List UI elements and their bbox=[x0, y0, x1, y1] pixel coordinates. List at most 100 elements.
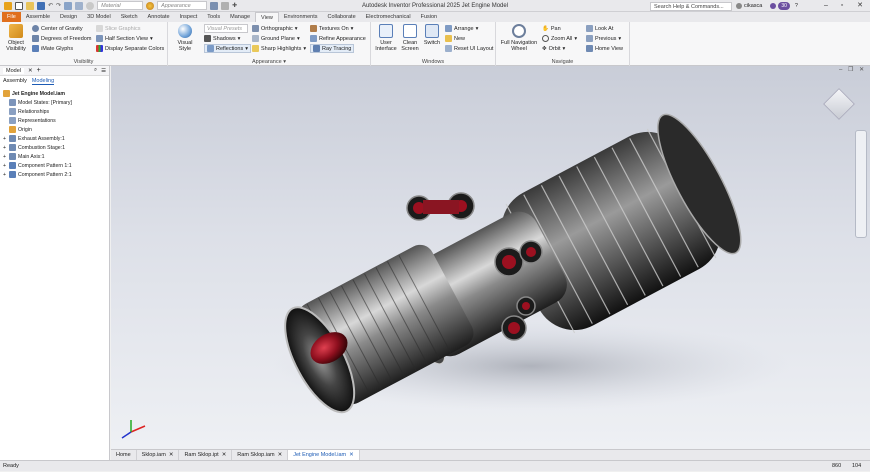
expand-icon[interactable]: + bbox=[3, 154, 7, 160]
tab-view[interactable]: View bbox=[255, 12, 279, 22]
tab-model[interactable]: Model bbox=[3, 67, 24, 74]
orthographic-button[interactable]: Orthographic ▾ bbox=[252, 24, 298, 33]
expand-icon[interactable]: + bbox=[3, 163, 7, 169]
close-icon[interactable]: ✕ bbox=[278, 450, 283, 461]
expand-icon[interactable]: + bbox=[3, 172, 7, 178]
tab-manage[interactable]: Manage bbox=[225, 12, 255, 22]
arrange-button[interactable]: Arrange ▾ bbox=[445, 24, 478, 33]
document-tab[interactable]: Jet Engine Model.iam ✕ bbox=[288, 449, 360, 461]
close-icon[interactable]: ✕ bbox=[169, 450, 174, 461]
expand-icon[interactable]: + bbox=[3, 136, 7, 142]
switch-button[interactable]: Switch bbox=[422, 24, 442, 46]
tab-fusion[interactable]: Fusion bbox=[416, 12, 443, 22]
tab-sketch[interactable]: Sketch bbox=[116, 12, 143, 22]
redo-icon[interactable]: ↷ bbox=[56, 2, 61, 9]
help-search-input[interactable]: Search Help & Commands... bbox=[650, 1, 732, 11]
half-section-view-button[interactable]: Half Section View ▾ bbox=[96, 34, 153, 43]
select-icon[interactable] bbox=[75, 1, 84, 10]
display-separate-colors-button[interactable]: Display Separate Colors bbox=[96, 44, 164, 53]
ground-plane-button[interactable]: Ground Plane ▾ bbox=[252, 34, 300, 43]
tab-design[interactable]: Design bbox=[55, 12, 82, 22]
tree-item[interactable]: Model States: [Primary] bbox=[0, 98, 109, 107]
home-view-button[interactable]: Home View bbox=[586, 44, 623, 53]
close-icon[interactable]: ✕ bbox=[222, 450, 227, 461]
appearance-select[interactable]: Appearance bbox=[157, 1, 208, 10]
tab-electromechanical[interactable]: Electromechanical bbox=[361, 12, 416, 22]
tree-item[interactable]: Relationships bbox=[0, 107, 109, 116]
close-icon[interactable]: ✕ bbox=[349, 450, 354, 461]
close-viewport-icon[interactable]: ✕ bbox=[859, 67, 864, 73]
ray-tracing-button[interactable]: Ray Tracing bbox=[310, 44, 355, 53]
measure-icon[interactable]: ✚ bbox=[232, 2, 237, 9]
sharp-highlights-button[interactable]: Sharp Highlights ▾ bbox=[252, 44, 306, 53]
chevron-down-icon[interactable]: ▾ bbox=[283, 59, 286, 65]
maximize-button[interactable]: ▫ bbox=[834, 0, 850, 12]
imate-glyphs-button[interactable]: iMate Glyphs bbox=[32, 44, 73, 53]
expand-icon[interactable]: + bbox=[3, 145, 7, 151]
navigation-bar[interactable] bbox=[855, 130, 867, 238]
orbit-button[interactable]: ✥ Orbit ▾ bbox=[542, 44, 565, 53]
tab-tools[interactable]: Tools bbox=[202, 12, 225, 22]
object-visibility-button[interactable]: Object Visibility bbox=[3, 24, 29, 52]
user-area[interactable]: cikasca 30 ? bbox=[736, 1, 798, 11]
reflections-button[interactable]: Reflections ▾ bbox=[204, 44, 251, 53]
tree-item[interactable]: + Main Axis:1 bbox=[0, 152, 109, 161]
refine-appearance-button[interactable]: Refine Appearance bbox=[310, 34, 366, 43]
tab-modeling[interactable]: Modeling bbox=[31, 78, 55, 85]
help-icon[interactable]: ? bbox=[795, 3, 798, 9]
close-icon[interactable]: ✕ bbox=[28, 68, 33, 74]
save-icon[interactable] bbox=[37, 1, 45, 10]
clear-icon[interactable] bbox=[221, 1, 230, 10]
new-window-button[interactable]: New bbox=[445, 34, 465, 43]
document-tab[interactable]: Ram Sklop.iam ✕ bbox=[232, 449, 289, 461]
user-interface-button[interactable]: User Interface bbox=[374, 24, 398, 52]
zoom-all-button[interactable]: Zoom All ▾ bbox=[542, 34, 577, 43]
tree-item[interactable]: + Component Pattern 2:1 bbox=[0, 170, 109, 179]
clean-screen-button[interactable]: Clean Screen bbox=[399, 24, 421, 52]
material-select[interactable]: Material bbox=[97, 1, 144, 10]
tab-file[interactable]: File bbox=[2, 12, 21, 22]
document-tab[interactable]: Ram Sklop.ipt ✕ bbox=[179, 449, 233, 461]
visual-style-button[interactable]: Visual Style bbox=[171, 24, 199, 52]
tab-3d-model[interactable]: 3D Model bbox=[82, 12, 116, 22]
textures-on-button[interactable]: Textures On ▾ bbox=[310, 24, 353, 33]
tree-item[interactable]: Origin bbox=[0, 125, 109, 134]
previous-button[interactable]: Previous ▾ bbox=[586, 34, 621, 43]
look-at-button[interactable]: Look At bbox=[586, 24, 613, 33]
open-icon[interactable] bbox=[26, 1, 34, 10]
tab-collaborate[interactable]: Collaborate bbox=[323, 12, 361, 22]
undo-icon[interactable]: ↶ bbox=[48, 2, 53, 9]
tree-item[interactable]: + Exhaust Assembly:1 bbox=[0, 134, 109, 143]
minimize-viewport-icon[interactable]: – bbox=[839, 67, 842, 73]
shadows-button[interactable]: Shadows ▾ bbox=[204, 34, 240, 43]
tab-environments[interactable]: Environments bbox=[279, 12, 323, 22]
pan-button[interactable]: ✋ Pan bbox=[542, 24, 561, 33]
tree-item[interactable]: + Combustion Stage:1 bbox=[0, 143, 109, 152]
tab-annotate[interactable]: Annotate bbox=[143, 12, 175, 22]
document-tab[interactable]: Sklop.iam ✕ bbox=[137, 449, 180, 461]
close-button[interactable]: ✕ bbox=[852, 0, 868, 12]
home-icon[interactable] bbox=[64, 1, 73, 10]
center-of-gravity-button[interactable]: Center of Gravity bbox=[32, 24, 83, 33]
tab-assemble[interactable]: Assemble bbox=[21, 12, 55, 22]
tree-item[interactable]: Representations bbox=[0, 116, 109, 125]
tree-item[interactable]: + Component Pattern 1:1 bbox=[0, 161, 109, 170]
graphics-viewport[interactable]: – ❐ ✕ bbox=[111, 66, 870, 449]
visual-presets-select[interactable]: Visual Presets bbox=[204, 24, 248, 33]
slice-graphics-button[interactable]: Slice Graphics bbox=[96, 24, 140, 33]
reset-ui-layout-button[interactable]: Reset UI Layout bbox=[445, 44, 493, 53]
tab-inspect[interactable]: Inspect bbox=[175, 12, 203, 22]
degrees-of-freedom-button[interactable]: Degrees of Freedom bbox=[32, 34, 91, 43]
restore-viewport-icon[interactable]: ❐ bbox=[848, 67, 853, 73]
full-navigation-wheel-button[interactable]: Full Navigation Wheel bbox=[498, 24, 540, 52]
tab-assembly[interactable]: Assembly bbox=[3, 78, 27, 84]
add-browser-button[interactable]: + bbox=[37, 67, 41, 74]
update-icon[interactable] bbox=[86, 1, 95, 10]
menu-icon[interactable]: ☰ bbox=[101, 68, 106, 74]
tree-root[interactable]: Jet Engine Model.iam bbox=[0, 89, 109, 98]
new-file-icon[interactable] bbox=[15, 1, 23, 10]
app-logo-icon[interactable] bbox=[4, 1, 12, 10]
adjust-icon[interactable] bbox=[210, 1, 219, 10]
minimize-button[interactable]: – bbox=[818, 0, 834, 12]
document-tab[interactable]: Home bbox=[111, 449, 137, 461]
